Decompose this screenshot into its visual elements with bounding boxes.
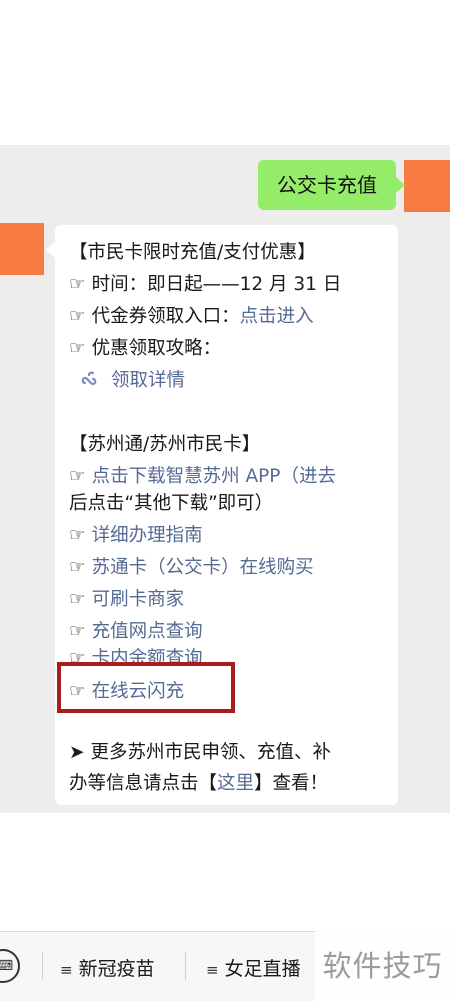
buy-card-link-text: 苏通卡（公交卡）在线购买	[91, 557, 314, 578]
watermark-text: 软件技巧	[315, 931, 450, 1001]
strategy-label: 优惠领取攻略：	[91, 338, 222, 359]
highlight-annotation-box	[57, 662, 235, 713]
mini-program-link-text: 领取详情	[111, 370, 186, 391]
menu-item-vaccine[interactable]: ≡ 新冠疫苗	[60, 954, 155, 981]
user-message-bubble[interactable]: 公交卡充值	[258, 160, 405, 210]
section-title-promo: 【市民卡限时充值/支付优惠】	[69, 242, 316, 263]
more-info-prefix: 办等信息请点击【	[69, 773, 218, 794]
mini-program-icon	[81, 371, 97, 386]
download-app-link[interactable]: ☞ 点击下载智慧苏州 APP（进去	[69, 462, 336, 488]
menu-icon: ≡	[60, 961, 73, 979]
merchants-link-text: 可刷卡商家	[91, 589, 185, 610]
coupon-line: ☞ 代金券领取入口：点击进入	[69, 302, 314, 328]
coupon-label: 代金券领取入口：	[91, 306, 240, 327]
more-info-text1: 更多苏州市民申领、充值、补	[90, 742, 332, 763]
buy-card-link[interactable]: ☞ 苏通卡（公交卡）在线购买	[69, 553, 314, 579]
here-link[interactable]: 这里	[217, 773, 254, 794]
guide-link-text: 详细办理指南	[91, 525, 203, 546]
user-avatar[interactable]	[404, 160, 450, 212]
time-text: 时间：即日起——12 月 31 日	[91, 274, 342, 295]
user-message-text: 公交卡充值	[277, 173, 377, 197]
menu-item-label: 女足直播	[224, 958, 301, 980]
blank-area	[0, 813, 450, 931]
merchants-link[interactable]: ☞ 可刷卡商家	[69, 585, 184, 611]
menu-divider	[42, 952, 43, 980]
pointing-hand-icon: ☞	[69, 557, 86, 578]
pointing-hand-icon: ☞	[69, 589, 86, 610]
menu-item-label: 新冠疫苗	[78, 958, 155, 980]
menu-item-football[interactable]: ≡ 女足直播	[206, 954, 301, 981]
more-info-suffix: 】查看！	[254, 773, 329, 794]
more-info-line1: ➤ 更多苏州市民申领、充值、补	[69, 738, 331, 764]
outlets-link[interactable]: ☞ 充值网点查询	[69, 617, 203, 643]
pointing-hand-icon: ☞	[69, 525, 86, 546]
reply-message-bubble: 【市民卡限时充值/支付优惠】 ☞ 时间：即日起——12 月 31 日 ☞ 代金券领取…	[46, 225, 398, 805]
pointing-hand-icon: ☞	[69, 306, 86, 327]
pointing-hand-icon: ☞	[69, 466, 86, 487]
pointing-hand-icon: ☞	[69, 338, 86, 359]
pointing-hand-icon: ☞	[69, 274, 86, 295]
outlets-link-text: 充值网点查询	[91, 621, 203, 642]
top-blank-area	[0, 0, 450, 145]
keyboard-icon[interactable]: ⌨	[0, 949, 20, 983]
menu-icon: ≡	[206, 961, 219, 979]
section-title-suzhou: 【苏州通/苏州市民卡】	[69, 434, 261, 455]
pointing-hand-icon: ☞	[69, 621, 86, 642]
strategy-line: ☞ 优惠领取攻略：	[69, 334, 221, 360]
official-account-avatar[interactable]	[0, 223, 44, 275]
more-info-line2: 办等信息请点击【这里】查看！	[69, 769, 328, 795]
mini-program-link[interactable]: 领取详情	[69, 366, 185, 392]
download-app-link-text: 点击下载智慧苏州 APP（进去	[91, 466, 336, 487]
guide-link[interactable]: ☞ 详细办理指南	[69, 521, 203, 547]
menu-divider	[185, 952, 186, 980]
arrow-right-icon: ➤	[69, 742, 85, 763]
coupon-entry-link[interactable]: 点击进入	[240, 306, 314, 327]
download-app-note: 后点击“其他下载”即可）	[69, 493, 274, 514]
time-line: ☞ 时间：即日起——12 月 31 日	[69, 270, 341, 296]
